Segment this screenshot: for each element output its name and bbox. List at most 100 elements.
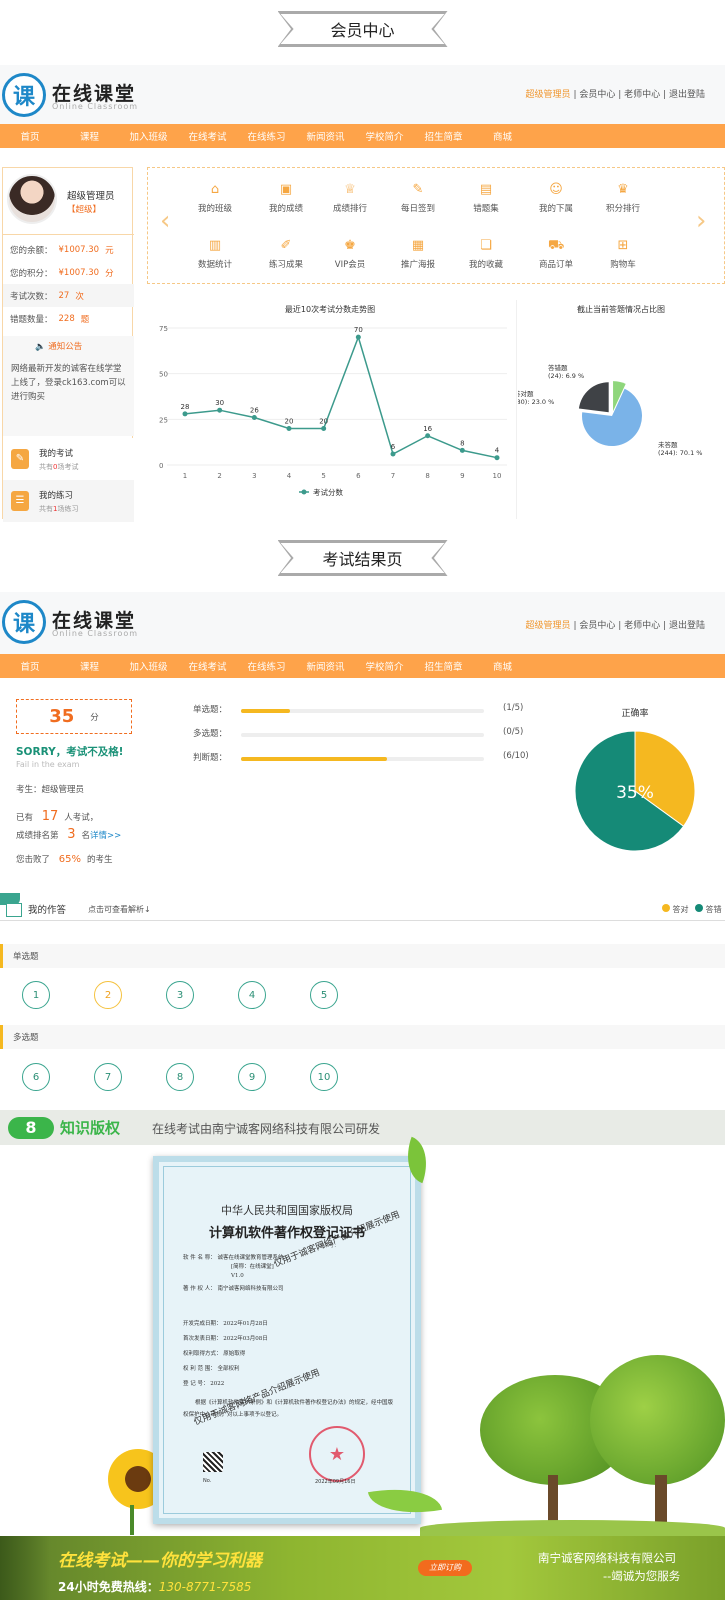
grid-item[interactable]: ▦ 推广海报 [388, 238, 448, 270]
logo-subtitle: Online Classroom [52, 102, 139, 111]
grid-item-label: 商品订单 [538, 260, 573, 270]
data-label: 4 [495, 447, 500, 455]
top-links: 超级管理员 | 会员中心 | 老师中心 | 退出登陆 [525, 90, 705, 100]
fail-english: Fail in the exam [16, 760, 80, 769]
x-tick-label: 7 [391, 472, 395, 480]
prev-arrow-icon[interactable]: ‹ [160, 206, 170, 236]
toplink-member[interactable]: 会员中心 [579, 90, 615, 100]
nav-item[interactable]: 课程 [60, 659, 119, 673]
nav-item[interactable]: 加入班级 [119, 659, 178, 673]
answer-circle[interactable]: 5 [310, 981, 338, 1009]
score-trend-chart: 最近10次考试分数走势图 0 25 50 75 1 2 3 4 5 6 7 8 9 10 28 30 26 20 20… [147, 300, 513, 519]
grid-item[interactable]: ⌂ 我的班级 [185, 182, 245, 214]
answer-circle[interactable]: 3 [166, 981, 194, 1009]
copyright-badge: 8 [8, 1117, 54, 1139]
answer-circle[interactable]: 4 [238, 981, 266, 1009]
nav-item[interactable]: 在线考试 [178, 659, 237, 673]
nav-item[interactable]: 在线考试 [178, 129, 237, 143]
avatar[interactable] [7, 174, 57, 224]
data-label: 20 [319, 417, 328, 425]
site-header-2: 课 在线课堂 Online Classroom 超级管理员 | 会员中心 | 老… [0, 592, 725, 654]
my-exam-link[interactable]: ✎ 我的考试 共有0场考试 [3, 438, 134, 480]
grid-item-icon: ▦ [411, 238, 425, 253]
answer-circle[interactable]: 10 [310, 1063, 338, 1091]
answer-circle[interactable]: 1 [22, 981, 50, 1009]
toplink-member[interactable]: 会员中心 [579, 621, 615, 631]
tree-decoration [590, 1355, 725, 1485]
my-practice-link[interactable]: ☰ 我的练习 共有1场练习 [3, 480, 134, 522]
nav-item[interactable]: 招生简章 [414, 129, 473, 143]
toplink-admin[interactable]: 超级管理员 [526, 90, 571, 100]
grid-item[interactable]: ▥ 数据统计 [185, 238, 245, 270]
grid-item-icon: ⌂ [210, 182, 220, 197]
answer-circle[interactable]: 8 [166, 1063, 194, 1091]
grid-item[interactable]: ❏ 我的收藏 [456, 238, 516, 270]
section-title: 会员中心 [280, 14, 445, 44]
nav-item[interactable]: 学校简介 [355, 659, 414, 673]
logo-icon[interactable]: 课 [2, 73, 46, 117]
grid-item[interactable]: ✐ 练习成果 [256, 238, 316, 270]
notice-title[interactable]: 🔈 通知公告 [35, 340, 82, 352]
x-tick-label: 2 [217, 472, 221, 480]
grid-item[interactable]: ⊞ 购物车 [593, 238, 653, 270]
grid-item[interactable]: ♚ VIP会员 [320, 238, 380, 270]
grid-item[interactable]: ▤ 错题集 [456, 182, 516, 214]
nav-item[interactable]: 在线练习 [237, 129, 296, 143]
answers-hint[interactable]: 点击可查看解析↓ [88, 904, 151, 915]
data-point [425, 433, 431, 439]
grid-item-label: 我的下属 [538, 204, 573, 214]
footer-slogan: 在线考试——你的学习利器 [58, 1551, 262, 1571]
toplink-admin[interactable]: 超级管理员 [526, 621, 571, 631]
data-point [217, 407, 223, 413]
grid-item[interactable]: ✎ 每日签到 [388, 182, 448, 214]
toplink-logout[interactable]: 退出登陆 [669, 90, 705, 100]
notice-box: 🔈 通知公告 网络最新开发的诚客在线学堂上线了，登录ck163.com可以进行购… [3, 336, 134, 436]
grid-item-icon: ❏ [480, 238, 492, 253]
grid-item-icon: ♕ [344, 182, 356, 197]
answer-circle[interactable]: 2 [94, 981, 122, 1009]
nav-item[interactable]: 课程 [60, 129, 119, 143]
data-label: 70 [354, 326, 363, 334]
nav-item[interactable]: 新闻资讯 [296, 129, 355, 143]
answer-circle[interactable]: 6 [22, 1063, 50, 1091]
legend-marker [301, 489, 307, 495]
accuracy-chart: 正确率 35% [574, 700, 715, 860]
x-tick-label: 3 [252, 472, 256, 480]
grid-item[interactable]: ⛟ 商品订单 [526, 238, 586, 270]
nav-item[interactable]: 学校简介 [355, 129, 414, 143]
toplink-teacher[interactable]: 老师中心 [624, 90, 660, 100]
pie-slice [578, 382, 609, 413]
grid-item[interactable]: ▣ 我的成绩 [256, 182, 316, 214]
progress-bar [241, 757, 484, 761]
next-arrow-icon[interactable]: › [696, 206, 706, 236]
nav-item[interactable]: 新闻资讯 [296, 659, 355, 673]
nav-item[interactable]: 首页 [0, 659, 60, 673]
answer-circle[interactable]: 9 [238, 1063, 266, 1091]
nav-item[interactable]: 首页 [0, 129, 60, 143]
user-name: 超级管理员 [67, 191, 115, 202]
result-row: 单选题： (1/5) [193, 703, 524, 715]
x-tick-label: 5 [321, 472, 325, 480]
grid-item-icon: ▥ [208, 238, 222, 253]
nav-item[interactable]: 商城 [473, 129, 532, 143]
toplink-teacher[interactable]: 老师中心 [624, 621, 660, 631]
nav-item[interactable]: 加入班级 [119, 129, 178, 143]
toplink-logout[interactable]: 退出登陆 [669, 621, 705, 631]
slice-value: (24): 6.9 % [548, 372, 584, 380]
accuracy-pie-svg: 正确率 35% [574, 707, 696, 852]
grid-item-label: 数据统计 [197, 260, 232, 270]
order-button[interactable]: 立即订购 [418, 1560, 472, 1576]
answer-circle[interactable]: 7 [94, 1063, 122, 1091]
x-tick-label: 4 [287, 472, 292, 480]
detail-link[interactable]: 详情>> [90, 831, 121, 841]
grid-item[interactable]: ☺ 我的下属 [526, 182, 586, 214]
data-label: 16 [423, 425, 432, 433]
grid-item[interactable]: ♛ 积分排行 [593, 182, 653, 214]
main-nav: 首页 课程 加入班级 在线考试 在线练习 新闻资讯 学校简介 招生简章 商城 [0, 124, 725, 148]
nav-item[interactable]: 在线练习 [237, 659, 296, 673]
nav-item[interactable]: 招生简章 [414, 659, 473, 673]
logo-icon[interactable]: 课 [2, 600, 46, 644]
nav-item[interactable]: 商城 [473, 659, 532, 673]
grid-item[interactable]: ♕ 成绩排行 [320, 182, 380, 214]
data-point [182, 411, 188, 417]
